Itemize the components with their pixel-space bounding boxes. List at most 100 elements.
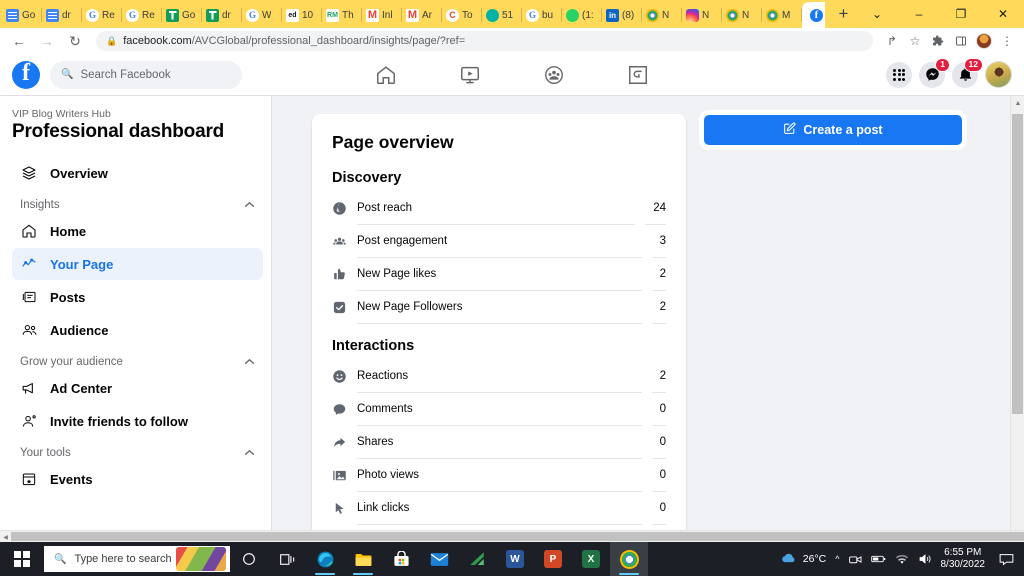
browser-tab[interactable]: Gbu: [522, 2, 562, 28]
powerpoint-icon[interactable]: P: [534, 542, 572, 576]
browser-tab[interactable]: N: [682, 2, 722, 28]
messenger-icon[interactable]: 1: [919, 57, 950, 88]
reload-button[interactable]: ↻: [62, 30, 88, 52]
sidebar-item-audience[interactable]: Audience: [12, 314, 263, 346]
metric-row[interactable]: Link clicks 0: [332, 492, 666, 525]
browser-tab[interactable]: M: [762, 2, 802, 28]
tray-chevron-up-icon[interactable]: ^: [835, 554, 839, 564]
groups-icon[interactable]: [543, 64, 565, 86]
side-panel-icon[interactable]: [950, 30, 972, 52]
browser-tab[interactable]: Go: [2, 2, 42, 28]
browser-tab[interactable]: in (8): [602, 2, 642, 28]
bookmark-star-icon[interactable]: ☆: [904, 30, 926, 52]
metric-row[interactable]: New Page likes 2: [332, 258, 666, 291]
instagram-icon: [686, 8, 699, 22]
close-window-button[interactable]: ✕: [982, 0, 1024, 28]
browser-tab[interactable]: C To: [442, 2, 482, 28]
chevron-up-icon[interactable]: [244, 200, 255, 210]
start-button[interactable]: [0, 542, 44, 576]
browser-tab[interactable]: RM Th: [322, 2, 362, 28]
notification-center-icon[interactable]: [994, 542, 1018, 576]
share-icon[interactable]: ↱: [881, 30, 903, 52]
browser-tab[interactable]: N: [642, 2, 682, 28]
metric-row[interactable]: New Page Followers 2: [332, 291, 666, 324]
meet-now-icon[interactable]: [848, 554, 862, 565]
metric-row[interactable]: Reactions 2: [332, 360, 666, 393]
address-bar[interactable]: 🔒 facebook.com/AVCGlobal/professional_da…: [96, 31, 873, 51]
gaming-icon[interactable]: [627, 64, 649, 86]
mail-icon[interactable]: [420, 542, 458, 576]
sidebar-group-header[interactable]: Grow your audience: [12, 347, 263, 372]
back-button[interactable]: ←: [6, 30, 32, 52]
browser-profile-avatar[interactable]: [973, 30, 995, 52]
facebook-logo-icon[interactable]: f: [12, 60, 40, 89]
browser-tab[interactable]: G Re: [82, 2, 122, 28]
home-icon[interactable]: [375, 64, 397, 86]
browser-tab[interactable]: M Ar: [402, 2, 442, 28]
search-input[interactable]: 🔍 Search Facebook: [50, 60, 242, 89]
browser-tab[interactable]: M Inl: [362, 2, 402, 28]
browser-tab[interactable]: (1:: [562, 2, 602, 28]
windows-taskbar: 🔍 Type here to search W P X 26°C ^ 6:55 …: [0, 542, 1024, 576]
edge-icon[interactable]: [306, 542, 344, 576]
forward-button[interactable]: →: [34, 30, 60, 52]
cursor-icon: [332, 501, 347, 516]
cortana-icon[interactable]: [230, 542, 268, 576]
metric-row[interactable]: Post engagement 3: [332, 225, 666, 258]
browser-tab[interactable]: GW: [242, 2, 282, 28]
browser-tab[interactable]: f×: [802, 2, 825, 28]
wifi-icon[interactable]: [895, 554, 909, 565]
task-view-icon[interactable]: [268, 542, 306, 576]
minimize-button[interactable]: –: [898, 0, 940, 28]
microsoft-store-icon[interactable]: [382, 542, 420, 576]
vertical-scrollbar[interactable]: ▲ ▼: [1010, 96, 1024, 542]
metric-row[interactable]: Comments 0: [332, 393, 666, 426]
browser-tab[interactable]: Go: [162, 2, 202, 28]
browser-tab[interactable]: dr: [42, 2, 82, 28]
tab-search-button[interactable]: ⌄: [856, 0, 898, 28]
weather-widget[interactable]: 26°C: [781, 551, 826, 567]
vertical-scrollbar-thumb[interactable]: [1012, 114, 1023, 414]
battery-icon[interactable]: [870, 554, 886, 564]
browser-tab[interactable]: dr: [202, 2, 242, 28]
word-icon[interactable]: W: [496, 542, 534, 576]
metric-row[interactable]: Photo views 0: [332, 459, 666, 492]
extensions-puzzle-icon[interactable]: [927, 30, 949, 52]
chrome-icon[interactable]: [610, 542, 648, 576]
taskbar-clock[interactable]: 6:55 PM 8/30/2022: [941, 547, 986, 572]
user-avatar[interactable]: [985, 61, 1012, 88]
browser-tab[interactable]: ed 10: [282, 2, 322, 28]
sidebar-item-invite-friends-to-follow[interactable]: Invite friends to follow: [12, 405, 263, 437]
horizontal-scrollbar-thumb[interactable]: [11, 532, 1024, 541]
chevron-up-icon[interactable]: [244, 448, 255, 458]
sidebar-item-events[interactable]: Events: [12, 463, 263, 495]
watch-icon[interactable]: [459, 64, 481, 86]
notifications-icon[interactable]: 12: [952, 57, 983, 88]
browser-tab[interactable]: G Re: [122, 2, 162, 28]
volume-icon[interactable]: [918, 553, 932, 565]
browser-tab[interactable]: N: [722, 2, 762, 28]
taskbar-search-input[interactable]: 🔍 Type here to search: [44, 546, 230, 572]
browser-menu-icon[interactable]: ⋮: [996, 30, 1018, 52]
metric-row[interactable]: Shares 0: [332, 426, 666, 459]
sidebar-item-ad-center[interactable]: Ad Center: [12, 372, 263, 404]
toolbar-icons: ↱ ☆ ⋮: [881, 30, 1018, 52]
sidebar-item-your-page[interactable]: Your Page: [12, 248, 263, 280]
browser-tab[interactable]: 51: [482, 2, 522, 28]
metric-row[interactable]: Post reach 24: [332, 192, 666, 225]
sidebar-item-home[interactable]: Home: [12, 215, 263, 247]
excel-icon[interactable]: X: [572, 542, 610, 576]
chevron-up-icon[interactable]: [244, 357, 255, 367]
maximize-button[interactable]: ❐: [940, 0, 982, 28]
horizontal-scrollbar[interactable]: ◀: [0, 530, 1024, 542]
scroll-up-arrow[interactable]: ▲: [1011, 96, 1024, 110]
sidebar-item-posts[interactable]: Posts: [12, 281, 263, 313]
sidebar-item-overview[interactable]: Overview: [12, 157, 263, 189]
green-app-icon[interactable]: [458, 542, 496, 576]
menu-grid-icon[interactable]: [886, 61, 912, 88]
new-tab-button[interactable]: +: [831, 1, 856, 27]
sidebar-group-header[interactable]: Your tools: [12, 438, 263, 463]
file-explorer-icon[interactable]: [344, 542, 382, 576]
sidebar-group-header[interactable]: Insights: [12, 190, 263, 215]
create-post-button[interactable]: Create a post: [704, 115, 962, 145]
